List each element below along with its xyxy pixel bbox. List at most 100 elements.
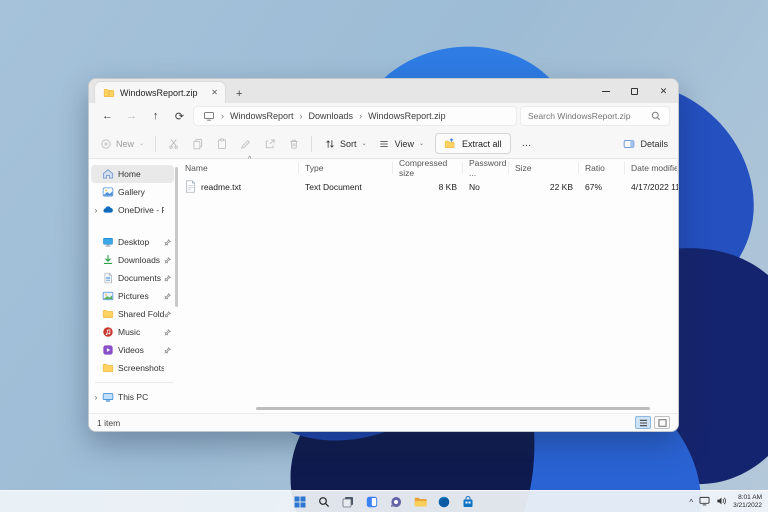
share-icon[interactable] [263, 137, 276, 150]
task-view-icon[interactable] [339, 493, 357, 511]
horizontal-scrollbar[interactable] [256, 407, 650, 410]
start-button[interactable] [291, 493, 309, 511]
column-header-size[interactable]: Size [509, 162, 579, 174]
sidebar-item-label: Documents [118, 273, 161, 283]
column-header-date-modified[interactable]: Date modified [625, 162, 678, 174]
sidebar-item-documents[interactable]: Documents [91, 269, 174, 287]
more-button[interactable]: … [522, 138, 533, 149]
file-password: No [469, 181, 480, 192]
desktop: WindowsReport.zip ✕ + ✕ ← → ↑ ⟳ › Window… [0, 0, 768, 512]
expand-chevron-icon[interactable]: › [91, 393, 101, 402]
display-tray-icon[interactable] [699, 493, 710, 511]
sidebar-item-onedrive[interactable]: › OneDrive - Pers [91, 201, 174, 219]
details-view-toggle[interactable] [635, 416, 651, 429]
sidebar-divider [95, 382, 173, 383]
expand-chevron-icon[interactable]: › [91, 206, 101, 215]
delete-icon[interactable] [287, 137, 300, 150]
file-type: Text Document [305, 181, 362, 192]
thumbnail-view-toggle[interactable] [654, 416, 670, 429]
store-icon[interactable] [459, 493, 477, 511]
volume-tray-icon[interactable] [716, 493, 727, 511]
desktop-icon [101, 236, 114, 249]
tray-date: 3/21/2022 [733, 502, 762, 509]
table-row[interactable]: readme.txt Text Document 8 KB No 22 KB 6… [179, 177, 678, 196]
pin-icon [164, 328, 172, 336]
widgets-icon[interactable] [363, 493, 381, 511]
titlebar: WindowsReport.zip ✕ + ✕ [89, 79, 678, 103]
sidebar-item-videos[interactable]: Videos [91, 341, 174, 359]
chevron-icon: › [221, 111, 224, 121]
tray-time: 8:01 AM [738, 494, 762, 501]
search-box[interactable] [520, 106, 670, 126]
new-plus-icon [99, 137, 112, 150]
sidebar-item-label: OneDrive - Pers [118, 205, 164, 215]
clock[interactable]: 8:01 AM 3/21/2022 [733, 494, 762, 510]
details-button[interactable]: Details [622, 137, 668, 150]
address-row: ← → ↑ ⟳ › WindowsReport › Downloads › Wi… [89, 103, 678, 129]
zip-folder-icon [102, 86, 115, 99]
sort-button[interactable]: Sort ⌄ [323, 137, 367, 150]
sidebar-item-label: Shared Folde [118, 309, 164, 319]
column-header-password[interactable]: Password ... [463, 158, 509, 178]
file-explorer-taskbar-icon[interactable] [411, 493, 429, 511]
window-controls: ✕ [591, 79, 678, 103]
search-taskbar-icon[interactable] [315, 493, 333, 511]
gallery-icon [101, 186, 114, 199]
copy-icon[interactable] [191, 137, 204, 150]
breadcrumb-item[interactable]: WindowsReport [230, 111, 294, 121]
sidebar-item-gallery[interactable]: Gallery [91, 183, 174, 201]
folder-icon [101, 362, 114, 375]
column-header-type[interactable]: Type [299, 162, 393, 174]
sidebar-item-screenshots[interactable]: Screenshots [91, 359, 174, 377]
sort-icon [323, 137, 336, 150]
taskbar: ^ 8:01 AM 3/21/2022 [0, 490, 768, 512]
chat-icon[interactable] [387, 493, 405, 511]
sidebar-item-this-pc[interactable]: › This PC [91, 388, 174, 406]
sidebar-item-downloads[interactable]: Downloads [91, 251, 174, 269]
column-header-compressed-size[interactable]: Compressed size [393, 158, 463, 178]
address-bar[interactable]: › WindowsReport › Downloads › WindowsRep… [193, 106, 517, 126]
downloads-icon [101, 254, 114, 267]
refresh-button[interactable]: ⟳ [169, 106, 190, 126]
sidebar-item-label: Downloads [118, 255, 161, 265]
search-input[interactable] [528, 111, 644, 121]
file-size: 22 KB [549, 181, 573, 192]
sidebar-item-music[interactable]: Music [91, 323, 174, 341]
sidebar-item-desktop[interactable]: Desktop [91, 233, 174, 251]
back-button[interactable]: ← [97, 106, 118, 126]
hidden-icons-chevron[interactable]: ^ [689, 498, 693, 507]
main-area: Home Gallery › OneDrive - Pers [89, 156, 678, 413]
caret-down-icon: ⌄ [418, 141, 424, 147]
sidebar-item-label: Screenshots [118, 363, 164, 373]
up-button[interactable]: ↑ [145, 106, 166, 126]
edge-icon[interactable] [435, 493, 453, 511]
cut-icon[interactable] [167, 137, 180, 150]
new-button[interactable]: New ⌄ [99, 137, 144, 150]
sidebar-item-label: Pictures [118, 291, 149, 301]
breadcrumb-item[interactable]: Downloads [309, 111, 354, 121]
paste-icon[interactable] [215, 137, 228, 150]
column-header-ratio[interactable]: Ratio [579, 162, 625, 174]
sidebar-item-pictures[interactable]: Pictures [91, 287, 174, 305]
column-header-name[interactable]: Name ^ [179, 156, 299, 174]
text-file-icon [185, 180, 196, 193]
forward-button[interactable]: → [121, 106, 142, 126]
breadcrumb-item[interactable]: WindowsReport.zip [368, 111, 446, 121]
explorer-tab[interactable]: WindowsReport.zip ✕ [94, 81, 226, 103]
sidebar-item-label: Desktop [118, 237, 150, 247]
sidebar-scrollbar[interactable] [175, 167, 178, 307]
extract-all-button[interactable]: Extract all [434, 133, 511, 154]
details-pane-icon [622, 137, 635, 150]
new-tab-button[interactable]: + [236, 88, 242, 100]
system-tray: ^ 8:01 AM 3/21/2022 [689, 491, 762, 512]
sidebar-item-shared-folder[interactable]: Shared Folde [91, 305, 174, 323]
view-button[interactable]: View ⌄ [378, 137, 424, 150]
file-date-modified: 4/17/2022 11:1 [631, 181, 678, 192]
close-button[interactable]: ✕ [649, 79, 678, 103]
tab-close-icon[interactable]: ✕ [211, 88, 218, 97]
sidebar-item-home[interactable]: Home [91, 165, 174, 183]
rename-icon[interactable] [239, 137, 252, 150]
music-icon [101, 326, 114, 339]
minimize-button[interactable] [591, 79, 620, 103]
maximize-button[interactable] [620, 79, 649, 103]
